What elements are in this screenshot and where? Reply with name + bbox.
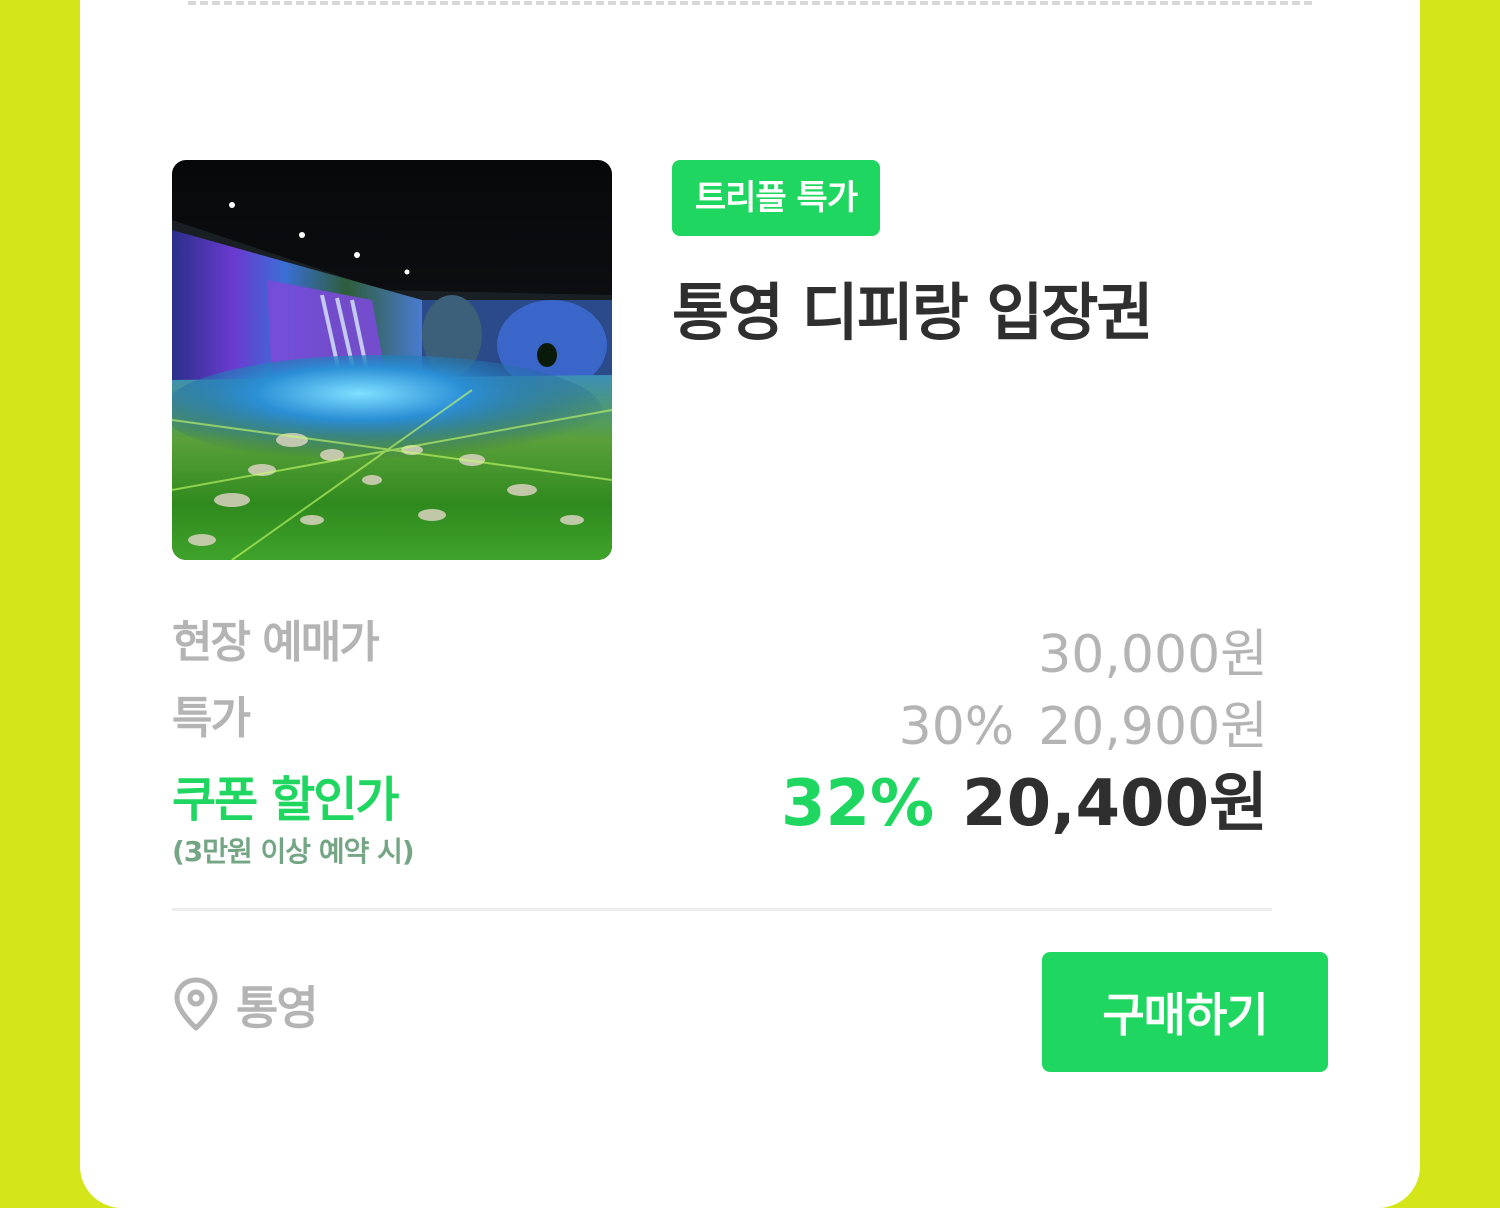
location-label: 통영 (236, 981, 319, 1035)
coupon-discount-percent: 32% (780, 767, 935, 841)
section-divider (172, 908, 1272, 911)
special-discount-percent: 30% (898, 697, 1015, 757)
location-pin-icon (174, 977, 218, 1031)
onsite-price-label: 현장 예매가 (172, 617, 380, 668)
special-deal-badge: 트리플 특가 (672, 160, 880, 236)
product-title[interactable]: 통영 디피랑 입장권 (672, 262, 1153, 352)
coupon-price-label: 쿠폰 할인가 (172, 772, 400, 828)
coupon-price-value: 32% 20,400원 (781, 752, 1268, 844)
special-price: 20,900원 (1038, 697, 1268, 757)
onsite-price-value: 30,000원 (1038, 612, 1268, 687)
coupon-price: 20,400원 (962, 767, 1268, 841)
special-price-label: 특가 (172, 693, 251, 744)
digital-art-garden-photo (172, 160, 612, 560)
buy-button[interactable]: 구매하기 (1042, 952, 1328, 1072)
special-price-value: 30% 20,900원 (899, 684, 1268, 759)
ticket-dashed-divider (188, 1, 1312, 5)
coupon-condition-note: (3만원 이상 예약 시) (172, 835, 415, 868)
onsite-price: 30,000원 (1038, 625, 1268, 685)
product-image[interactable] (172, 160, 612, 560)
